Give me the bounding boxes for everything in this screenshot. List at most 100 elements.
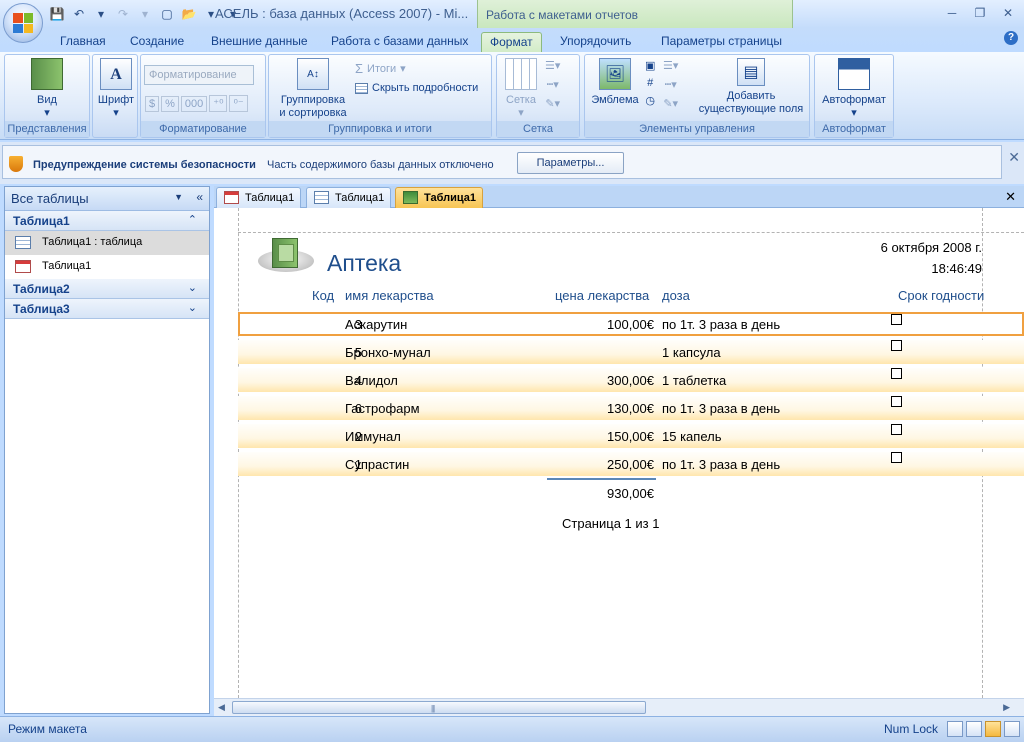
group-font: A Шрифт ▾	[92, 54, 138, 138]
formatting-combo[interactable]: Форматирование	[144, 65, 254, 85]
report-date[interactable]: 6 октября 2008 г.	[881, 240, 982, 255]
undo-icon[interactable]: ↶	[70, 5, 88, 23]
print-preview-icon[interactable]	[966, 721, 982, 737]
tab-page-setup[interactable]: Параметры страницы	[653, 32, 790, 52]
office-button[interactable]	[3, 3, 43, 43]
gridlines-button[interactable]: Сетка ▾	[501, 58, 541, 120]
close-icon[interactable]: ✕	[996, 4, 1020, 22]
nav-menu-dropdown-icon[interactable]: ▼	[174, 192, 183, 202]
table-row[interactable]: 3 Аскарутин 100,00€ по 1т. 3 раза в день	[238, 312, 1024, 336]
date-time-icon[interactable]: ◷	[645, 94, 655, 107]
table-row[interactable]: 5 Бронхо-мунал 1 капсула	[238, 340, 1024, 364]
horizontal-scrollbar[interactable]: ◀ ||| ▶	[214, 698, 1024, 716]
nav-group-table2[interactable]: Таблица2 ⌄	[5, 279, 209, 299]
group-sort-label-1: Группировка	[280, 94, 346, 106]
column-header-dose[interactable]: доза	[662, 288, 690, 303]
open-folder-icon[interactable]: 📂	[180, 5, 198, 23]
font-button[interactable]: A Шрифт ▾	[96, 58, 136, 120]
decrease-decimals-icon[interactable]: ⁰⁻	[229, 95, 248, 112]
table-row[interactable]: 1 Супрастин 250,00€ по 1т. 3 раза в день	[238, 452, 1024, 476]
nav-group-label: Таблица3	[13, 302, 70, 316]
tab-database-tools[interactable]: Работа с базами данных	[323, 32, 476, 52]
table-row[interactable]: 2 Иммунал 150,00€ 15 капель	[238, 424, 1024, 448]
doc-tab-table1-layout[interactable]: Таблица1	[395, 187, 483, 208]
tab-format[interactable]: Формат	[481, 32, 542, 52]
minimize-icon[interactable]: ─	[940, 4, 964, 22]
tab-home[interactable]: Главная	[52, 32, 114, 52]
report-time[interactable]: 18:46:49	[931, 261, 982, 276]
restore-icon[interactable]: ❐	[968, 4, 992, 22]
report-icon	[15, 260, 31, 273]
table-row[interactable]: 4 Валидол 300,00€ 1 таблетка	[238, 368, 1024, 392]
increase-decimals-icon[interactable]: ⁺⁰	[209, 95, 228, 112]
expiry-checkbox[interactable]	[891, 396, 902, 407]
report-view-icon[interactable]	[947, 721, 963, 737]
page-numbers-icon[interactable]: #	[647, 77, 653, 89]
help-icon[interactable]: ?	[1004, 31, 1018, 45]
nav-group-table3[interactable]: Таблица3 ⌄	[5, 299, 209, 319]
expiry-checkbox[interactable]	[891, 340, 902, 351]
collapse-group-icon[interactable]: ⌃	[188, 213, 197, 226]
column-header-price[interactable]: цена лекарства	[555, 288, 649, 303]
doc-tab-table1-report[interactable]: Таблица1	[216, 187, 302, 208]
view-button[interactable]: Вид ▾	[27, 58, 67, 120]
scroll-thumb[interactable]: |||	[232, 701, 646, 714]
new-document-icon[interactable]: ▢	[158, 5, 176, 23]
view-label: Вид	[37, 94, 57, 106]
expiry-checkbox[interactable]	[891, 368, 902, 379]
nav-item-table1-report[interactable]: Таблица1	[5, 255, 209, 279]
expiry-checkbox[interactable]	[891, 452, 902, 463]
border-color-icon[interactable]: ✎▾	[663, 97, 678, 110]
scroll-left-icon[interactable]: ◀	[218, 702, 225, 713]
document-close-icon[interactable]: ✕	[1005, 189, 1016, 205]
title-icon[interactable]: ▣	[645, 59, 655, 72]
line-color-icon[interactable]: ✎▾	[545, 97, 560, 110]
currency-format-icon[interactable]: $	[145, 95, 160, 112]
report-title[interactable]: Аптека	[327, 250, 401, 277]
context-title-text: Работа с макетами отчетов	[486, 8, 639, 22]
line-width-icon[interactable]: ☰▾	[545, 59, 560, 72]
redo-dropdown-icon[interactable]: ▾	[136, 5, 154, 23]
design-view-icon[interactable]	[1004, 721, 1020, 737]
border-style-icon[interactable]: ┅▾	[665, 78, 677, 91]
expand-group-icon[interactable]: ⌄	[188, 281, 197, 294]
column-header-expiry[interactable]: Срок годности	[898, 288, 984, 303]
logo-button[interactable]: 🖼 Эмблема	[587, 58, 643, 107]
save-icon[interactable]: 💾	[48, 5, 66, 23]
expiry-checkbox[interactable]	[891, 424, 902, 435]
autoformat-button[interactable]: Автоформат ▾	[819, 58, 889, 120]
group-sort-button[interactable]: A↕ Группировка и сортировка	[273, 58, 353, 120]
expiry-checkbox[interactable]	[891, 314, 902, 325]
tab-external-data[interactable]: Внешние данные	[203, 32, 316, 52]
doc-tab-table1-table[interactable]: Таблица1	[306, 187, 392, 208]
price-total[interactable]: 930,00€	[607, 486, 654, 501]
column-header-code[interactable]: Код	[312, 288, 334, 303]
nav-collapse-icon[interactable]: «	[196, 190, 203, 204]
page-number[interactable]: Страница 1 из 1	[562, 516, 659, 531]
security-title: Предупреждение системы безопасности	[33, 159, 256, 171]
report-logo-icon[interactable]	[258, 238, 314, 274]
totals-button[interactable]: Σ Итоги ▾	[355, 61, 406, 76]
hide-details-button[interactable]: Скрыть подробности	[355, 82, 478, 94]
undo-dropdown-icon[interactable]: ▾	[92, 5, 110, 23]
security-close-icon[interactable]: ✕	[1008, 149, 1020, 166]
redo-icon[interactable]: ↷	[114, 5, 132, 23]
column-header-name[interactable]: имя лекарства	[345, 288, 434, 303]
layout-view-icon[interactable]	[985, 721, 1001, 737]
border-width-icon[interactable]: ☰▾	[663, 59, 678, 72]
line-style-icon[interactable]: ┅▾	[547, 78, 559, 91]
group-views: Вид ▾ Представления	[4, 54, 90, 138]
nav-item-table1-table[interactable]: Таблица1 : таблица	[5, 231, 209, 255]
scroll-right-icon[interactable]: ▶	[1003, 702, 1010, 713]
thousands-format-icon[interactable]: 000	[180, 95, 208, 112]
percent-format-icon[interactable]: %	[161, 95, 179, 112]
tab-create[interactable]: Создание	[122, 32, 192, 52]
tab-arrange[interactable]: Упорядочить	[552, 32, 639, 52]
options-button[interactable]: Параметры...	[517, 152, 624, 174]
group-sort-icon: A↕	[297, 58, 329, 90]
add-existing-fields-button[interactable]: ▤ Добавить существующие поля	[695, 58, 807, 116]
nav-group-table1[interactable]: Таблица1 ⌃	[5, 211, 209, 231]
expand-group-icon[interactable]: ⌄	[188, 301, 197, 314]
table-row[interactable]: 6 Гастрофарм 130,00€ по 1т. 3 раза в ден…	[238, 396, 1024, 420]
nav-header[interactable]: Все таблицы ▼ «	[5, 187, 209, 211]
